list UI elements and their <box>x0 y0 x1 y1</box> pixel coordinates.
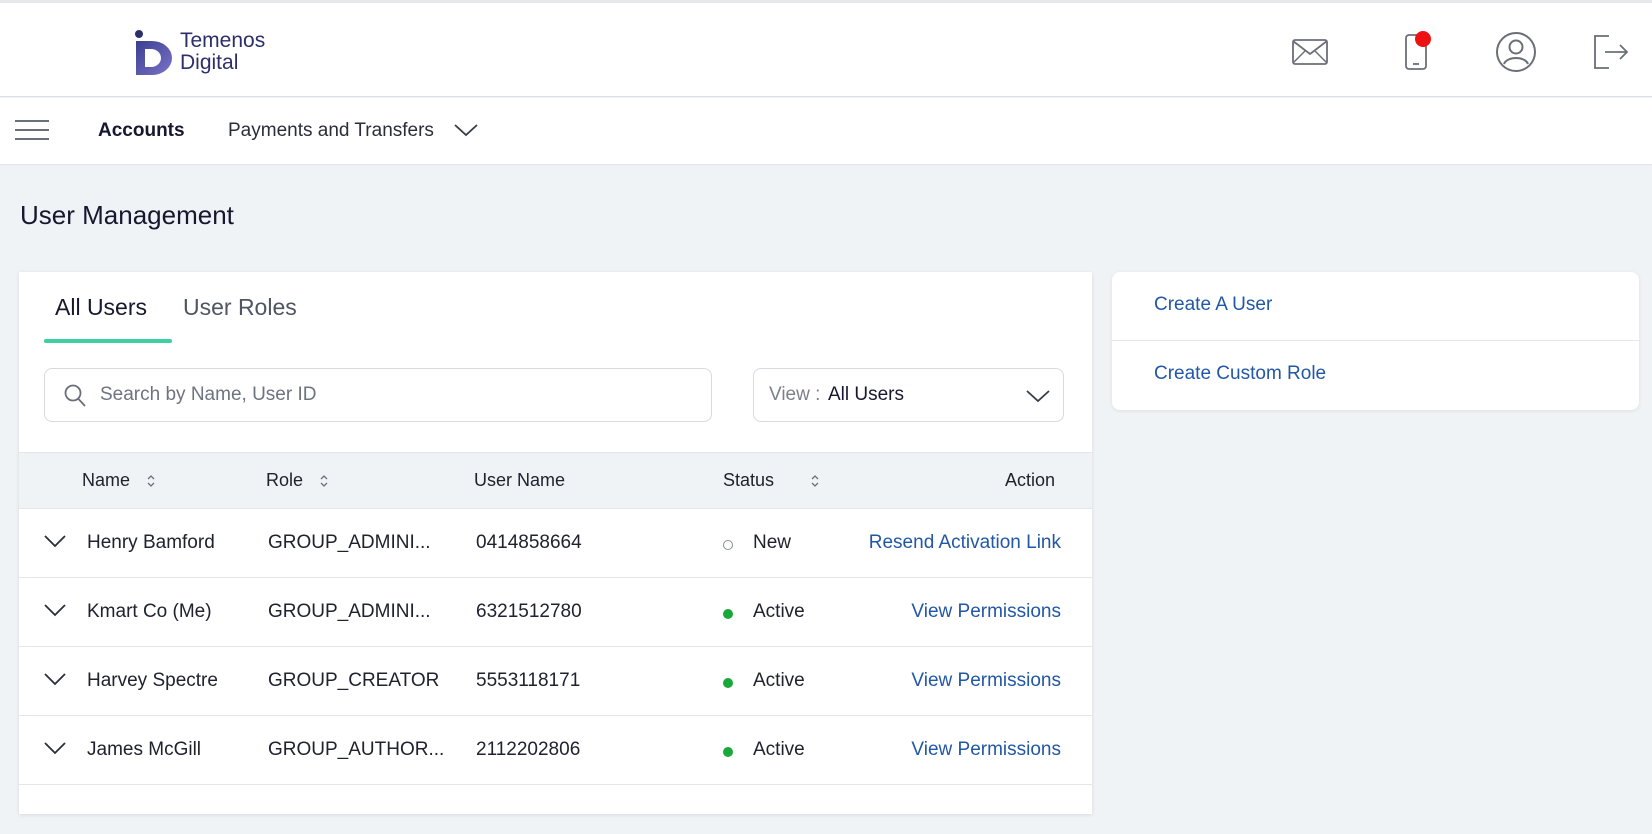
cell-status: New <box>753 532 792 553</box>
view-permissions-link[interactable]: View Permissions <box>911 601 1061 623</box>
brand-logo[interactable]: Temenos Digital <box>134 29 265 75</box>
chevron-down-icon[interactable] <box>453 122 479 138</box>
mail-icon <box>1292 39 1328 65</box>
nav-payments-transfers[interactable]: Payments and Transfers <box>228 120 434 142</box>
search-input[interactable] <box>100 370 700 420</box>
cell-role: GROUP_ADMINI... <box>268 601 431 622</box>
chevron-down-icon <box>1026 390 1050 403</box>
cell-role: GROUP_AUTHOR... <box>268 739 445 760</box>
create-user-link[interactable]: Create A User <box>1154 294 1272 316</box>
view-permissions-link[interactable]: View Permissions <box>911 670 1061 692</box>
cell-role: GROUP_ADMINI... <box>268 532 431 553</box>
mail-button[interactable] <box>1287 29 1333 75</box>
table-row: James McGill GROUP_AUTHOR... 2112202806 … <box>19 716 1092 785</box>
resend-activation-link[interactable]: Resend Activation Link <box>869 532 1061 554</box>
status-active-icon <box>723 747 733 757</box>
column-header-username: User Name <box>474 470 565 491</box>
user-profile-icon <box>1496 32 1536 72</box>
tab-user-roles[interactable]: User Roles <box>183 294 297 321</box>
column-header-label: Action <box>1005 470 1056 490</box>
cell-status: Active <box>753 670 805 691</box>
status-new-icon <box>723 540 733 550</box>
sort-icon[interactable] <box>146 474 156 488</box>
main-nav: Accounts Payments and Transfers <box>0 98 1652 165</box>
cell-status: Active <box>753 739 805 760</box>
column-header-status[interactable]: Status <box>723 470 820 491</box>
create-custom-role-link[interactable]: Create Custom Role <box>1154 363 1326 385</box>
table-row: Harvey Spectre GROUP_CREATOR 5553118171 … <box>19 647 1092 716</box>
mobile-notification-button[interactable] <box>1393 29 1439 75</box>
page-title: User Management <box>20 200 234 230</box>
app-header: Temenos Digital <box>0 3 1652 97</box>
cell-username: 2112202806 <box>476 739 581 760</box>
cell-username: 0414858664 <box>476 532 582 553</box>
cell-status: Active <box>753 601 805 622</box>
brand-line-1: Temenos <box>180 29 266 52</box>
brand-name: Temenos Digital <box>180 30 265 74</box>
cell-name: James McGill <box>87 739 202 760</box>
column-header-action: Action <box>1005 470 1055 491</box>
expand-row-icon[interactable] <box>43 534 67 548</box>
users-panel: All Users User Roles View : All Users Na… <box>19 272 1092 814</box>
expand-row-icon[interactable] <box>43 741 67 755</box>
logo-mark-icon <box>135 30 172 75</box>
expand-row-icon[interactable] <box>43 672 67 686</box>
notification-badge <box>1415 31 1431 47</box>
view-filter-label: View : <box>769 384 821 405</box>
sort-icon[interactable] <box>810 474 820 488</box>
sort-icon[interactable] <box>319 474 329 488</box>
logout-icon <box>1594 35 1629 69</box>
quick-actions-panel: Create A User Create Custom Role <box>1112 272 1639 410</box>
user-profile-button[interactable] <box>1493 29 1539 75</box>
table-header: Name Role User Name Status Action <box>19 452 1092 509</box>
cell-username: 6321512780 <box>476 601 582 622</box>
view-permissions-link[interactable]: View Permissions <box>911 739 1061 761</box>
hamburger-menu-icon[interactable] <box>15 120 49 142</box>
view-filter-value: All Users <box>828 384 905 405</box>
active-tab-indicator <box>44 339 172 343</box>
cell-name: Harvey Spectre <box>87 670 218 691</box>
expand-row-icon[interactable] <box>43 603 67 617</box>
logout-button[interactable] <box>1588 29 1634 75</box>
column-header-label: Status <box>723 470 775 490</box>
column-header-label: Name <box>82 470 131 490</box>
divider <box>1112 340 1639 341</box>
nav-accounts[interactable]: Accounts <box>98 120 185 142</box>
table-row: Henry Bamford GROUP_ADMINI... 0414858664… <box>19 509 1092 578</box>
search-box <box>44 368 712 422</box>
cell-name: Henry Bamford <box>87 532 215 553</box>
cell-name: Kmart Co (Me) <box>87 601 212 622</box>
column-header-name[interactable]: Name <box>82 470 156 491</box>
column-header-label: User Name <box>474 470 566 490</box>
column-header-role[interactable]: Role <box>266 470 329 491</box>
cell-username: 5553118171 <box>476 670 581 691</box>
cell-role: GROUP_CREATOR <box>268 670 440 691</box>
column-header-label: Role <box>266 470 304 490</box>
status-active-icon <box>723 609 733 619</box>
search-icon <box>64 384 86 407</box>
brand-line-2: Digital <box>180 51 239 74</box>
tab-all-users[interactable]: All Users <box>55 294 147 321</box>
table-row: Kmart Co (Me) GROUP_ADMINI... 6321512780… <box>19 578 1092 647</box>
status-active-icon <box>723 678 733 688</box>
view-filter-dropdown[interactable]: View : All Users <box>753 368 1064 422</box>
